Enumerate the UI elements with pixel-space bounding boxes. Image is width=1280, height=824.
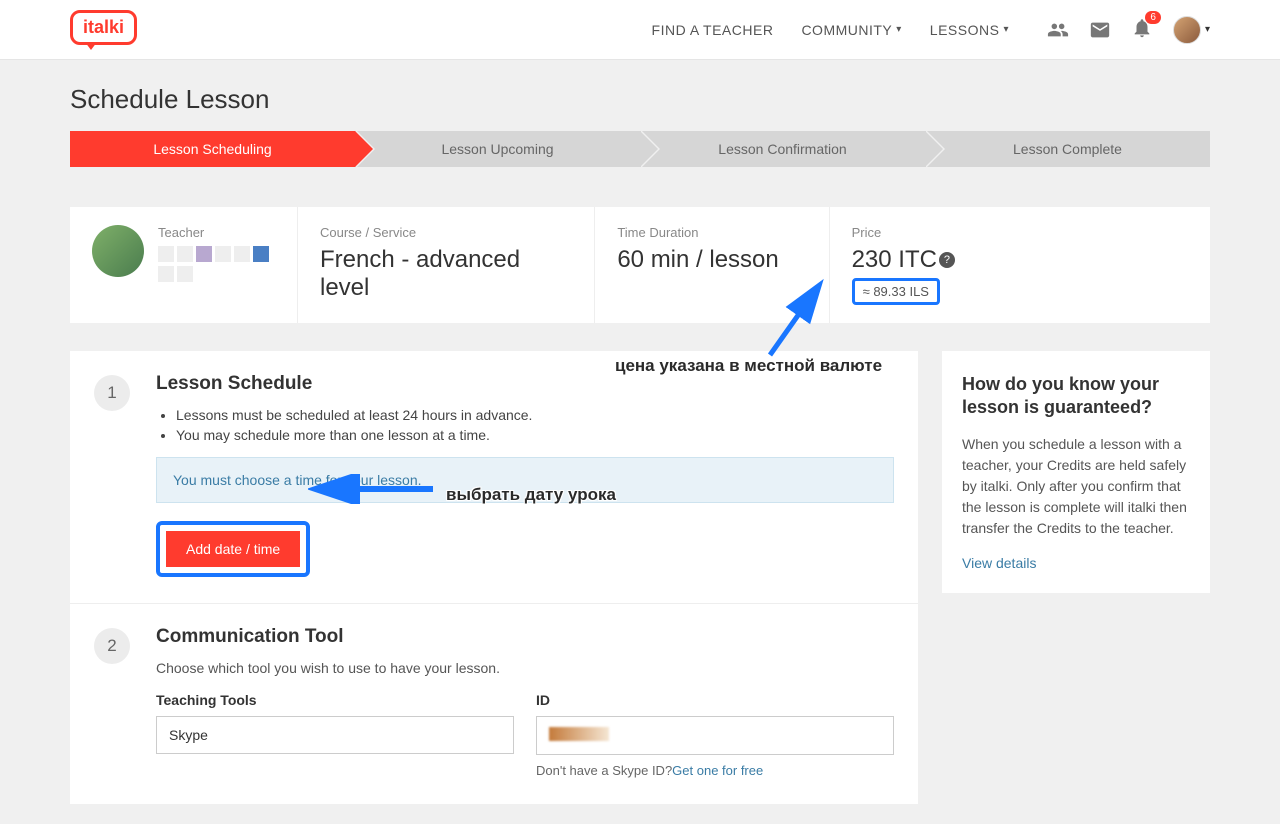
price-cell: Price 230 ITC? ≈ 89.33 ILS xyxy=(830,207,1210,323)
nav-find-teacher[interactable]: FIND A TEACHER xyxy=(652,22,774,38)
course-value: French - advanced level xyxy=(320,246,572,302)
schedule-title: Lesson Schedule xyxy=(156,373,894,395)
notification-badge: 6 xyxy=(1145,11,1161,24)
nav-community[interactable]: COMMUNITY▾ xyxy=(801,22,901,38)
id-label: ID xyxy=(536,692,894,708)
people-icon[interactable] xyxy=(1047,19,1069,41)
teacher-cell: Teacher xyxy=(70,207,298,323)
schedule-rules: Lessons must be scheduled at least 24 ho… xyxy=(156,407,894,443)
main-nav: FIND A TEACHER COMMUNITY▾ LESSONS▾ 6 ▾ xyxy=(652,16,1210,44)
step-number-2: 2 xyxy=(94,628,130,664)
view-details-link[interactable]: View details xyxy=(962,555,1036,571)
duration-cell: Time Duration 60 min / lesson xyxy=(595,207,829,323)
step-confirmation: Lesson Confirmation xyxy=(640,131,925,167)
user-menu[interactable]: ▾ xyxy=(1173,16,1210,44)
chevron-down-icon: ▾ xyxy=(1003,24,1009,35)
help-icon[interactable]: ? xyxy=(939,252,955,268)
page-title: Schedule Lesson xyxy=(70,84,1210,115)
tools-select[interactable]: Skype xyxy=(156,716,514,754)
skype-note: Don't have a Skype ID?Get one for free xyxy=(536,763,894,778)
step-scheduling[interactable]: Lesson Scheduling xyxy=(70,131,355,167)
page-container: Schedule Lesson Lesson Scheduling Lesson… xyxy=(70,60,1210,824)
get-skype-link[interactable]: Get one for free xyxy=(672,763,763,778)
progress-steps: Lesson Scheduling Lesson Upcoming Lesson… xyxy=(70,131,1210,167)
id-input[interactable] xyxy=(536,716,894,755)
tools-label: Teaching Tools xyxy=(156,692,514,708)
lesson-summary: Teacher Course / Service French - advanc… xyxy=(70,207,1210,323)
duration-label: Time Duration xyxy=(617,225,806,240)
logo[interactable]: italki xyxy=(70,10,150,50)
step-upcoming: Lesson Upcoming xyxy=(355,131,640,167)
teacher-name-redacted-2 xyxy=(158,266,269,282)
price-label: Price xyxy=(852,225,1188,240)
mail-icon[interactable] xyxy=(1089,19,1111,41)
id-value-redacted xyxy=(549,727,609,741)
section-schedule: 1 Lesson Schedule Lessons must be schedu… xyxy=(70,351,918,604)
add-date-button[interactable]: Add date / time xyxy=(166,531,300,567)
info-box: You must choose a time for your lesson. xyxy=(156,457,894,503)
sidebar-title: How do you know your lesson is guarantee… xyxy=(962,373,1190,420)
price-value: 230 ITC? xyxy=(852,246,1188,274)
teacher-name-redacted xyxy=(158,246,269,262)
nav-icons: 6 ▾ xyxy=(1047,16,1210,44)
chevron-down-icon: ▾ xyxy=(896,24,902,35)
sidebar-panel: How do you know your lesson is guarantee… xyxy=(942,351,1210,593)
main-row: 1 Lesson Schedule Lessons must be schedu… xyxy=(70,351,1210,804)
avatar-icon xyxy=(1173,16,1201,44)
add-date-highlight: Add date / time xyxy=(156,521,310,577)
rule-item: Lessons must be scheduled at least 24 ho… xyxy=(176,407,894,423)
chevron-down-icon: ▾ xyxy=(1205,24,1210,35)
section-communication: 2 Communication Tool Choose which tool y… xyxy=(70,604,918,804)
teacher-avatar[interactable] xyxy=(92,225,144,277)
course-label: Course / Service xyxy=(320,225,572,240)
left-column: 1 Lesson Schedule Lessons must be schedu… xyxy=(70,351,918,804)
step-complete: Lesson Complete xyxy=(925,131,1210,167)
comm-desc: Choose which tool you wish to use to hav… xyxy=(156,660,894,676)
sidebar-text: When you schedule a lesson with a teache… xyxy=(962,434,1190,539)
step-number-1: 1 xyxy=(94,375,130,411)
logo-text: italki xyxy=(70,10,137,45)
duration-value: 60 min / lesson xyxy=(617,246,806,274)
price-local-currency: ≈ 89.33 ILS xyxy=(852,278,940,305)
top-bar: italki FIND A TEACHER COMMUNITY▾ LESSONS… xyxy=(0,0,1280,60)
rule-item: You may schedule more than one lesson at… xyxy=(176,427,894,443)
comm-title: Communication Tool xyxy=(156,626,894,648)
course-cell: Course / Service French - advanced level xyxy=(298,207,595,323)
nav-lessons[interactable]: LESSONS▾ xyxy=(930,22,1009,38)
teacher-label: Teacher xyxy=(158,225,269,240)
notifications[interactable]: 6 xyxy=(1131,17,1153,42)
